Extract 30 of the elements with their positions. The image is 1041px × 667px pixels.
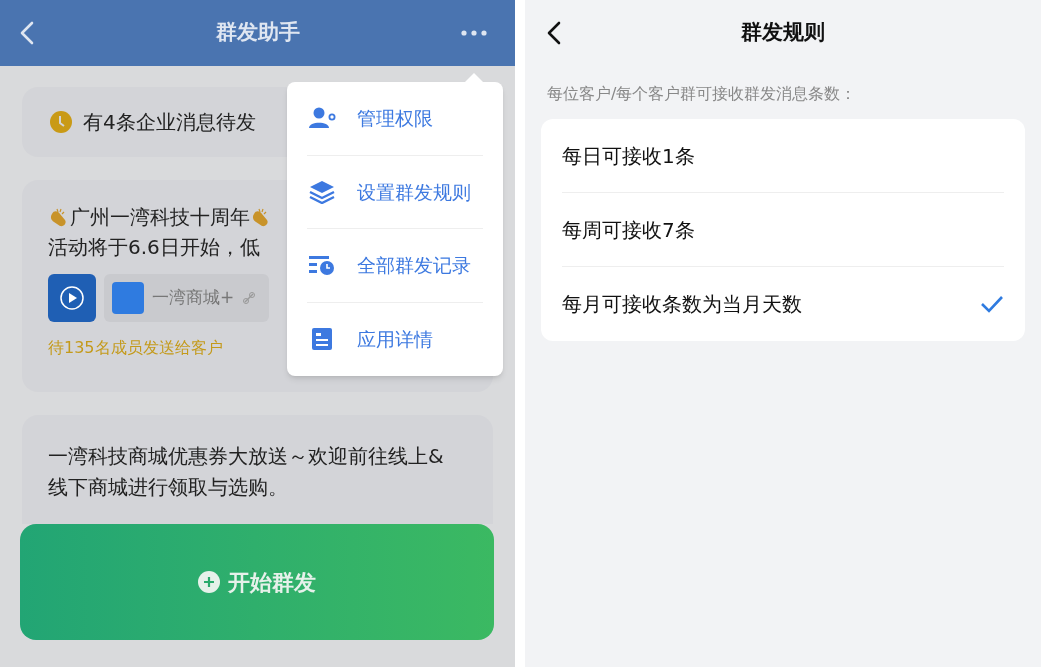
play-icon bbox=[59, 285, 85, 311]
message-card[interactable]: 一湾科技商城优惠券大放送～欢迎前往线上&线下商城进行领取与选购。 bbox=[22, 415, 493, 524]
layers-icon bbox=[309, 179, 335, 204]
attachment-label: 一湾商城+ bbox=[152, 286, 235, 310]
menu-item[interactable]: 应用详情 bbox=[307, 302, 483, 376]
message-text: 活动将于6.6日开始，低 bbox=[48, 234, 260, 261]
video-thumbnail[interactable] bbox=[48, 274, 96, 322]
rule-option[interactable]: 每周可接收7条 bbox=[562, 193, 1004, 267]
pending-status: 待135名成员发送给客户 bbox=[48, 337, 223, 359]
notice-text: 有4条企业消息待发 bbox=[83, 109, 256, 136]
document-icon bbox=[311, 327, 333, 352]
menu-item[interactable]: 管理权限 bbox=[307, 82, 483, 156]
header-title: 群发规则 bbox=[741, 19, 825, 47]
checkmark-icon bbox=[980, 295, 1004, 313]
rule-option[interactable]: 每日可接收1条 bbox=[562, 119, 1004, 193]
list-clock-icon bbox=[308, 254, 336, 277]
back-icon[interactable] bbox=[547, 21, 561, 45]
menu-item[interactable]: 设置群发规则 bbox=[307, 155, 483, 229]
user-gear-icon bbox=[308, 106, 336, 131]
logo-icon bbox=[112, 282, 144, 314]
message-text: 一湾科技商城优惠券大放送～欢迎前往线上&线下商城进行领取与选购。 bbox=[48, 443, 445, 501]
message-title: 广州一湾科技十周年 bbox=[70, 204, 250, 231]
menu-item[interactable]: 全部群发记录 bbox=[307, 229, 483, 303]
clock-icon bbox=[49, 110, 73, 134]
plus-circle-icon bbox=[198, 571, 220, 593]
link-icon bbox=[242, 291, 257, 305]
rules-caption: 每位客户/每个客户群可接收群发消息条数： bbox=[546, 83, 858, 105]
rule-option[interactable]: 每月可接收条数为当月天数 bbox=[562, 267, 1004, 341]
header-title: 群发助手 bbox=[215, 19, 300, 47]
more-icon[interactable] bbox=[461, 30, 487, 36]
